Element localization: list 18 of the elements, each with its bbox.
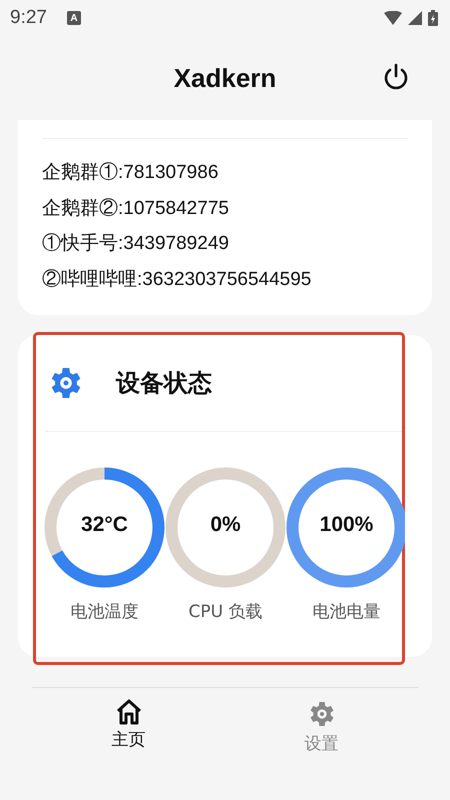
wifi-icon (384, 11, 402, 25)
battery-icon (428, 10, 438, 26)
status-time: 9:27 (10, 7, 47, 29)
signal-icon (408, 11, 422, 25)
gauge-label: CPU 负载 (188, 601, 262, 623)
gauge-value: 100% (318, 513, 374, 537)
gauge-value: 0% (209, 513, 242, 537)
section-title: 设备状态 (116, 368, 212, 399)
nav-tab[interactable]: 主页 (84, 698, 174, 755)
contact-text: ①快手号:3439789249 (42, 232, 230, 256)
app-title: Xadkern (174, 62, 276, 94)
contact-text: ②哔哩哔哩:3632303756544595 (42, 268, 312, 292)
contact-text: 企鹅群②:1075842775 (42, 196, 230, 220)
gauge-label: 电池温度 (70, 601, 138, 623)
notification-icon: A (66, 11, 81, 25)
gauge-value: 32°C (80, 513, 129, 537)
contact-text: 企鹅群①:781307986 (42, 161, 220, 185)
gauge-label: 电池电量 (312, 601, 380, 623)
